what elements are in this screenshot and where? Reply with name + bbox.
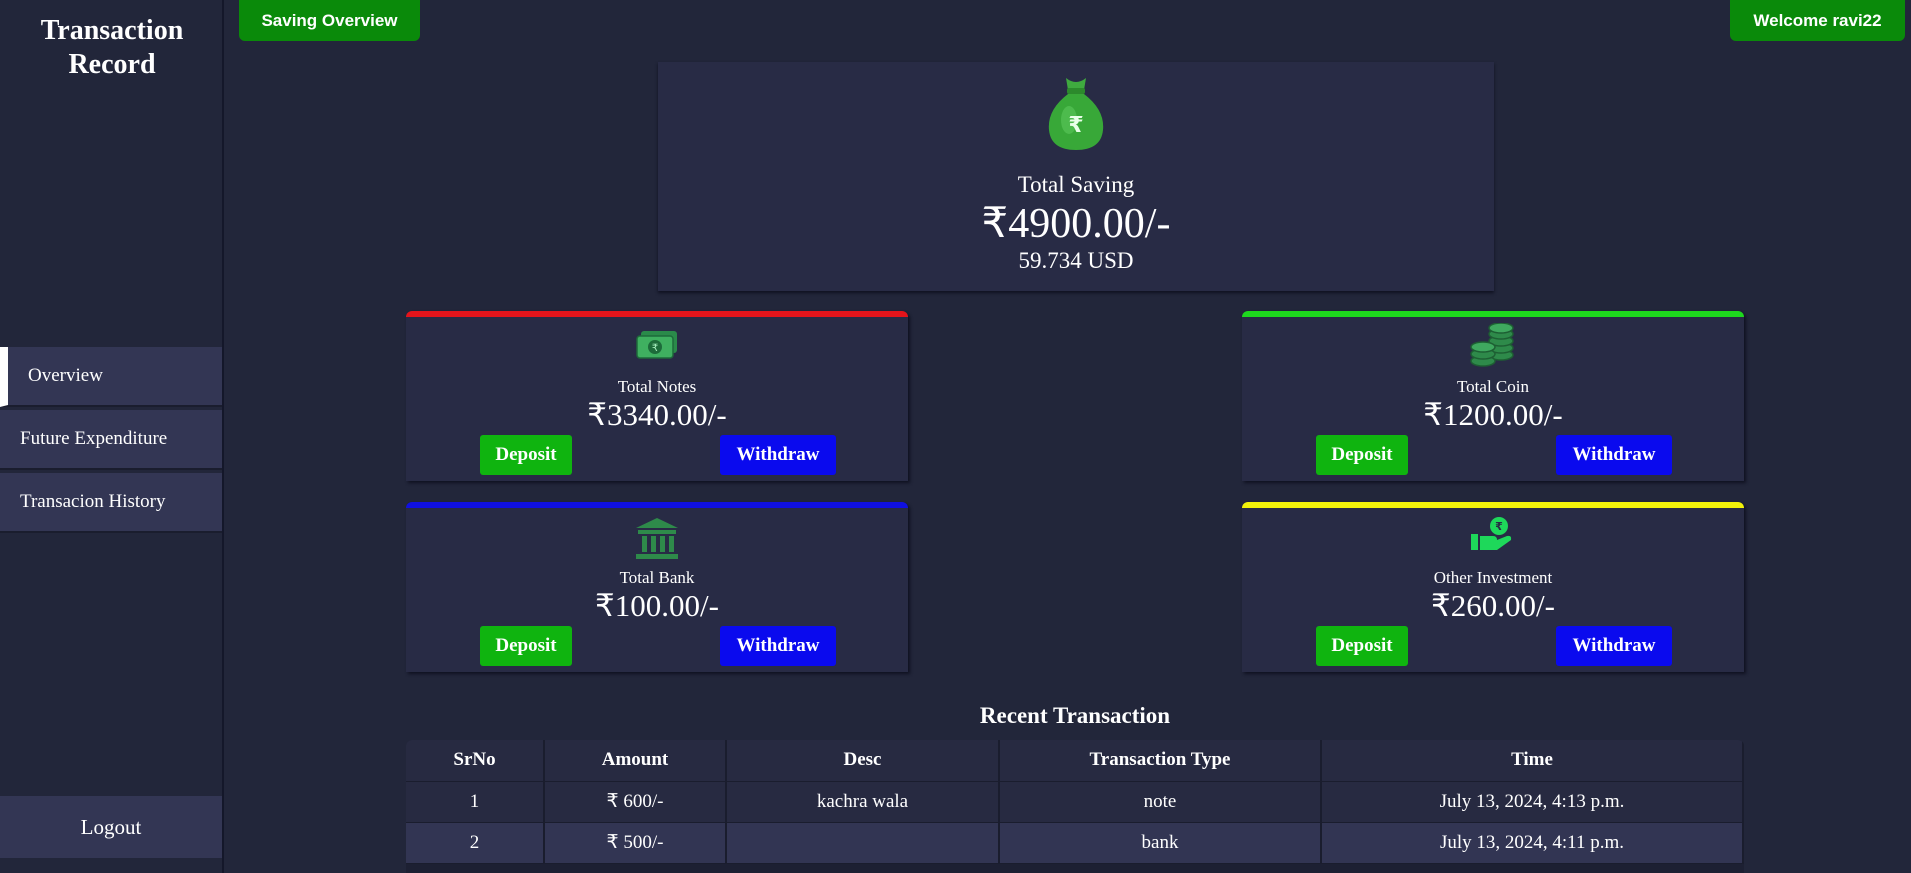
- table-row: 1 ₹ 600/- kachra wala note July 13, 2024…: [406, 781, 1744, 823]
- sidebar-item-label: Transacion History: [20, 491, 166, 512]
- table-cell: ₹ 600/-: [544, 781, 727, 823]
- brand-title: Transaction Record: [40, 15, 184, 80]
- column-header: Transaction Type: [999, 740, 1322, 782]
- column-header: Time: [1321, 740, 1744, 782]
- total-coin-card: Total Coin ₹1200.00/- Deposit Withdraw: [1242, 311, 1744, 481]
- table-cell: bank: [999, 822, 1322, 864]
- column-header: SrNo: [406, 740, 545, 782]
- card-amount: ₹100.00/-: [595, 588, 719, 623]
- withdraw-button[interactable]: Withdraw: [1556, 626, 1672, 666]
- sidebar-item-overview[interactable]: Overview: [0, 347, 222, 407]
- table-cell: July 13, 2024, 4:13 p.m.: [1321, 781, 1744, 823]
- table-cell: 2: [406, 822, 545, 864]
- card-amount: ₹3340.00/-: [587, 397, 727, 432]
- svg-text:₹: ₹: [1495, 520, 1503, 533]
- total-notes-card: ₹ Total Notes ₹3340.00/- Deposit Withdra…: [406, 311, 908, 481]
- deposit-button[interactable]: Deposit: [480, 626, 572, 666]
- svg-text:₹: ₹: [652, 343, 658, 354]
- other-investment-card: ₹ Other Investment ₹260.00/- Deposit Wit…: [1242, 502, 1744, 672]
- withdraw-button[interactable]: Withdraw: [1556, 435, 1672, 475]
- total-saving-usd: 59.734 USD: [1018, 248, 1134, 273]
- table-cell: 1: [406, 781, 545, 823]
- table-header-row: SrNo Amount Desc Transaction Type Time: [406, 740, 1744, 782]
- bank-icon: [636, 518, 678, 559]
- recent-transaction-title: Recent Transaction: [979, 703, 1171, 728]
- table-cell: note: [999, 781, 1322, 823]
- money-bag-icon: ₹: [1048, 78, 1104, 150]
- deposit-button[interactable]: Deposit: [1316, 626, 1408, 666]
- coins-icon: [1470, 323, 1514, 367]
- total-saving-label: Total Saving: [1017, 172, 1135, 197]
- sidebar: Transaction Record Overview Future Expen…: [0, 0, 224, 873]
- svg-text:₹: ₹: [1068, 113, 1083, 138]
- table-cell: ₹ 500/-: [544, 822, 727, 864]
- hand-coin-icon: ₹: [1471, 517, 1512, 550]
- table-cell: kachra wala: [726, 781, 1000, 823]
- withdraw-button[interactable]: Withdraw: [720, 435, 836, 475]
- card-amount: ₹260.00/-: [1431, 588, 1555, 623]
- sidebar-item-label: Overview: [28, 365, 103, 386]
- withdraw-button[interactable]: Withdraw: [720, 626, 836, 666]
- card-label: Total Bank: [619, 568, 695, 587]
- total-bank-card: Total Bank ₹100.00/- Deposit Withdraw: [406, 502, 908, 672]
- welcome-badge: Welcome ravi22: [1730, 0, 1905, 41]
- sidebar-item-future-expenditure[interactable]: Future Expenditure: [0, 410, 222, 470]
- banknote-icon: ₹: [636, 331, 677, 359]
- card-label: Other Investment: [1433, 568, 1553, 587]
- card-label: Total Coin: [1456, 377, 1529, 396]
- logout-button[interactable]: Logout: [0, 796, 222, 858]
- total-saving-card: ₹ Total Saving ₹4900.00/- 59.734 USD: [658, 62, 1494, 291]
- total-saving-amount: ₹4900.00/-: [981, 201, 1171, 247]
- table-row: 2 ₹ 500/- bank July 13, 2024, 4:11 p.m.: [406, 822, 1744, 864]
- table-cell: [726, 822, 1000, 864]
- saving-overview-tab[interactable]: Saving Overview: [239, 0, 420, 41]
- column-header: Desc: [726, 740, 1000, 782]
- deposit-button[interactable]: Deposit: [480, 435, 572, 475]
- table-cell: July 13, 2024, 4:11 p.m.: [1321, 822, 1744, 864]
- recent-transaction-table: SrNo Amount Desc Transaction Type Time 1…: [406, 740, 1744, 873]
- sidebar-item-label: Future Expenditure: [20, 428, 168, 449]
- deposit-button[interactable]: Deposit: [1316, 435, 1408, 475]
- card-label: Total Notes: [617, 377, 697, 396]
- column-header: Amount: [544, 740, 727, 782]
- sidebar-item-transaction-history[interactable]: Transacion History: [0, 473, 222, 533]
- card-amount: ₹1200.00/-: [1423, 397, 1563, 432]
